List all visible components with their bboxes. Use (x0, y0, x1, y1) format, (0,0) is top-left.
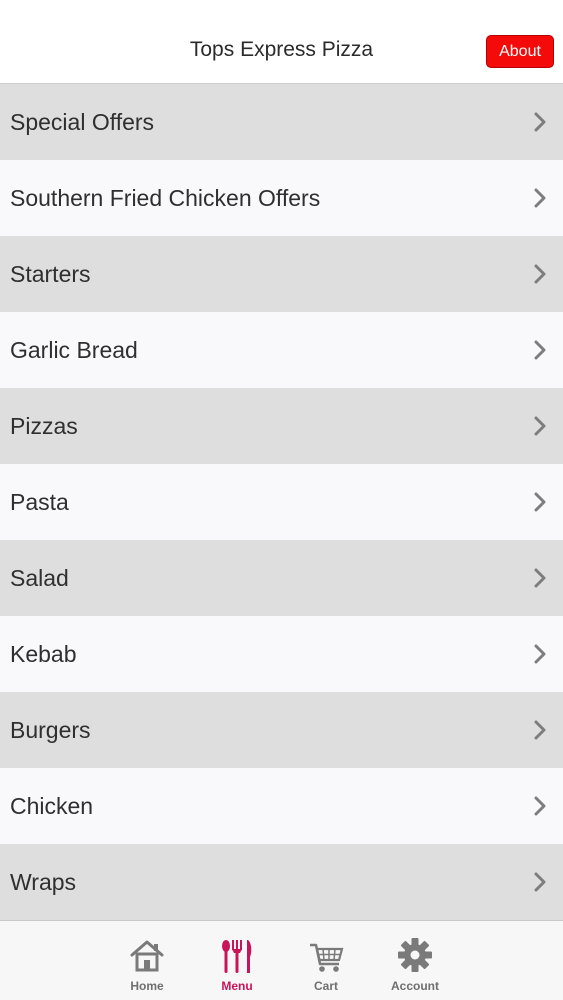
gear-icon (398, 938, 432, 972)
menu-item-label: Garlic Bread (10, 337, 138, 363)
menu-item-wraps[interactable]: Wraps (0, 844, 563, 920)
chevron-right-icon (534, 492, 546, 512)
chevron-right-icon (534, 416, 546, 436)
tab-cart[interactable]: Cart (281, 921, 371, 1000)
tab-home[interactable]: Home (102, 921, 192, 1000)
tab-label: Account (391, 979, 439, 993)
tab-account[interactable]: Account (370, 921, 460, 1000)
chevron-right-icon (534, 340, 546, 360)
menu-item-chicken[interactable]: Chicken (0, 768, 563, 844)
menu-category-list: Special Offers Southern Fried Chicken Of… (0, 84, 563, 920)
chevron-right-icon (534, 568, 546, 588)
chevron-right-icon (534, 872, 546, 892)
menu-item-label: Southern Fried Chicken Offers (10, 185, 321, 211)
tab-label: Home (130, 979, 164, 993)
about-button[interactable]: About (486, 35, 554, 68)
menu-item-burgers[interactable]: Burgers (0, 692, 563, 768)
menu-item-pizzas[interactable]: Pizzas (0, 388, 563, 464)
menu-item-kebab[interactable]: Kebab (0, 616, 563, 692)
chevron-right-icon (534, 264, 546, 284)
menu-item-southern-fried-chicken-offers[interactable]: Southern Fried Chicken Offers (0, 160, 563, 236)
header-bar: Tops Express Pizza About (0, 0, 563, 84)
chevron-right-icon (534, 112, 546, 132)
tab-label: Menu (221, 979, 253, 993)
tab-menu[interactable]: Menu (192, 921, 282, 1000)
page-title: Tops Express Pizza (189, 38, 374, 61)
menu-item-label: Pizzas (10, 413, 78, 439)
menu-item-special-offers[interactable]: Special Offers (0, 84, 563, 160)
menu-item-label: Wraps (10, 869, 77, 895)
menu-item-label: Kebab (10, 641, 77, 667)
menu-item-label: Chicken (10, 793, 94, 819)
menu-item-label: Salad (10, 565, 69, 591)
menu-item-garlic-bread[interactable]: Garlic Bread (0, 312, 563, 388)
chevron-right-icon (534, 644, 546, 664)
chevron-right-icon (534, 796, 546, 816)
menu-item-label: Pasta (10, 489, 69, 515)
tab-label: Cart (313, 979, 338, 993)
chevron-right-icon (534, 188, 546, 208)
menu-item-salad[interactable]: Salad (0, 540, 563, 616)
house-icon (130, 940, 164, 972)
menu-item-label: Starters (10, 261, 91, 287)
chevron-right-icon (534, 720, 546, 740)
menu-item-pasta[interactable]: Pasta (0, 464, 563, 540)
menu-item-label: Special Offers (10, 109, 155, 135)
menu-item-label: Burgers (10, 717, 91, 743)
bottom-tab-bar: Home Menu Cart Account (0, 920, 563, 1000)
menu-item-starters[interactable]: Starters (0, 236, 563, 312)
cart-icon (310, 943, 344, 972)
cutlery-icon (222, 940, 252, 973)
